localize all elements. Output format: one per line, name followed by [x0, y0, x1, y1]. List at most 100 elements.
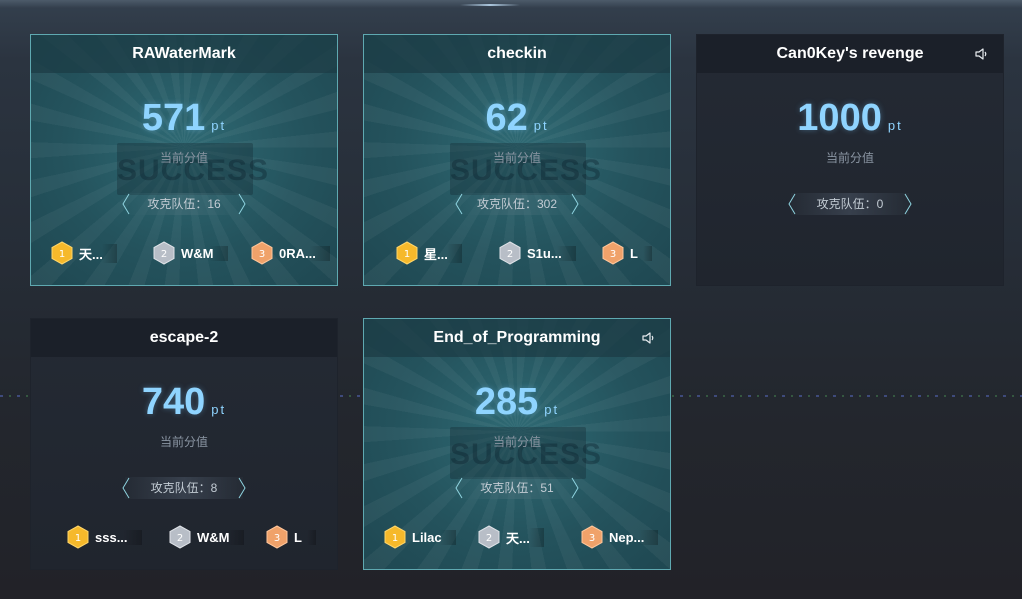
tag-left-bracket — [122, 477, 130, 499]
silver-medal-icon: 2 — [153, 241, 175, 265]
score-row: 740 pt — [31, 381, 337, 424]
top-solvers: 1 天... 2 W&M 3 0RA... — [31, 240, 337, 266]
top-glow — [0, 0, 1022, 8]
score-unit: pt — [211, 118, 227, 133]
solver-count: 攻克队伍：302 — [476, 197, 558, 211]
score-unit: pt — [544, 402, 560, 417]
solver-count: 攻克队伍：8 — [150, 481, 218, 495]
bronze-medal-icon: 3 — [581, 525, 603, 549]
solver-count-tag: 攻克队伍：16 — [122, 193, 246, 215]
svg-text:2: 2 — [507, 249, 513, 260]
score-label: 当前分值 — [492, 151, 541, 165]
bronze-medal-icon: 3 — [602, 241, 624, 265]
silver-medal-icon: 2 — [478, 525, 500, 549]
rank-3: 3 Nep... — [581, 524, 659, 550]
svg-text:3: 3 — [610, 249, 616, 260]
challenge-score: 740 — [141, 381, 206, 423]
rank-2: 2 天... — [478, 524, 544, 550]
team-name: sss... — [95, 529, 142, 545]
silver-medal-icon: 2 — [499, 241, 521, 265]
challenge-score: 285 — [474, 381, 539, 423]
challenge-card-rawatermark[interactable]: RAWaterMark SUCCESS 571 pt 当前分值 攻克队伍：16 1… — [30, 34, 338, 286]
gold-medal-icon: 1 — [396, 241, 418, 265]
speaker-icon[interactable] — [642, 331, 656, 345]
challenge-score: 62 — [485, 97, 528, 139]
team-name: 天... — [506, 527, 544, 547]
challenge-card-checkin[interactable]: checkin SUCCESS 62 pt 当前分值 攻克队伍：302 1 星..… — [363, 34, 671, 286]
team-name: 0RA... — [279, 245, 330, 261]
score-row: 571 pt — [31, 97, 337, 140]
team-name: 星... — [424, 243, 462, 263]
svg-text:2: 2 — [177, 533, 183, 544]
svg-text:1: 1 — [75, 533, 81, 544]
solver-count-tag: 攻克队伍：302 — [455, 193, 579, 215]
rank-1: 1 天... — [51, 240, 117, 266]
team-name: Lilac — [412, 529, 456, 545]
challenge-score: 1000 — [797, 97, 882, 139]
score-unit: pt — [887, 118, 903, 133]
top-solvers: 1 sss... 2 W&M 3 L — [31, 524, 337, 550]
team-name: L — [630, 245, 652, 261]
challenge-title: Can0Key's revenge — [697, 35, 1003, 73]
solver-count-tag: 攻克队伍：51 — [455, 477, 579, 499]
svg-text:3: 3 — [274, 533, 280, 544]
rank-2: 2 W&M — [169, 524, 244, 550]
team-name: L — [294, 529, 316, 545]
solver-count-tag: 攻克队伍：0 — [788, 193, 912, 215]
team-name: S1u... — [527, 245, 576, 261]
score-label: 当前分值 — [159, 435, 208, 449]
tag-right-bracket — [238, 193, 246, 215]
speaker-icon[interactable] — [975, 47, 989, 61]
tag-left-bracket — [122, 193, 130, 215]
gold-medal-icon: 1 — [67, 525, 89, 549]
top-solvers: 1 星... 2 S1u... 3 L — [364, 240, 670, 266]
challenge-title: checkin — [364, 35, 670, 73]
solver-count: 攻克队伍：16 — [147, 197, 221, 211]
score-label: 当前分值 — [159, 151, 208, 165]
challenge-card-end-of-programming[interactable]: End_of_Programming SUCCESS 285 pt 当前分值 攻克… — [363, 318, 671, 570]
tag-left-bracket — [455, 193, 463, 215]
team-name: 天... — [79, 243, 117, 263]
score-unit: pt — [533, 118, 549, 133]
challenge-card-can0keys-revenge[interactable]: Can0Key's revenge 1000 pt 当前分值 攻克队伍：0 — [696, 34, 1004, 286]
score-row: 285 pt — [364, 381, 670, 424]
challenge-score: 571 — [141, 97, 206, 139]
tag-right-bracket — [904, 193, 912, 215]
team-name: Nep... — [609, 529, 659, 545]
svg-text:2: 2 — [161, 249, 167, 260]
score-unit: pt — [211, 402, 227, 417]
team-name: W&M — [197, 529, 244, 545]
tag-right-bracket — [571, 193, 579, 215]
svg-text:1: 1 — [392, 533, 398, 544]
bronze-medal-icon: 3 — [266, 525, 288, 549]
rank-1: 1 sss... — [67, 524, 142, 550]
challenge-title: RAWaterMark — [31, 35, 337, 73]
top-solvers: 1 Lilac 2 天... 3 Nep... — [364, 524, 670, 550]
solver-count: 攻克队伍：0 — [816, 197, 884, 211]
rank-3: 3 L — [602, 240, 652, 266]
solver-count: 攻克队伍：51 — [480, 481, 554, 495]
score-row: 1000 pt — [697, 97, 1003, 140]
tag-right-bracket — [238, 477, 246, 499]
score-label: 当前分值 — [825, 151, 874, 165]
challenge-card-escape-2[interactable]: escape-2 740 pt 当前分值 攻克队伍：8 1 sss... 2 W&… — [30, 318, 338, 570]
score-label: 当前分值 — [492, 435, 541, 449]
svg-text:3: 3 — [259, 249, 265, 260]
rank-2: 2 S1u... — [499, 240, 576, 266]
rank-3: 3 0RA... — [251, 240, 330, 266]
challenge-title: End_of_Programming — [364, 319, 670, 357]
svg-text:1: 1 — [404, 249, 410, 260]
rank-1: 1 Lilac — [384, 524, 456, 550]
tag-right-bracket — [571, 477, 579, 499]
rank-1: 1 星... — [396, 240, 462, 266]
svg-text:3: 3 — [589, 533, 595, 544]
rank-3: 3 L — [266, 524, 316, 550]
bronze-medal-icon: 3 — [251, 241, 273, 265]
challenge-title: escape-2 — [31, 319, 337, 357]
svg-text:1: 1 — [59, 249, 65, 260]
gold-medal-icon: 1 — [51, 241, 73, 265]
gold-medal-icon: 1 — [384, 525, 406, 549]
team-name: W&M — [181, 245, 228, 261]
score-row: 62 pt — [364, 97, 670, 140]
svg-text:2: 2 — [486, 533, 492, 544]
